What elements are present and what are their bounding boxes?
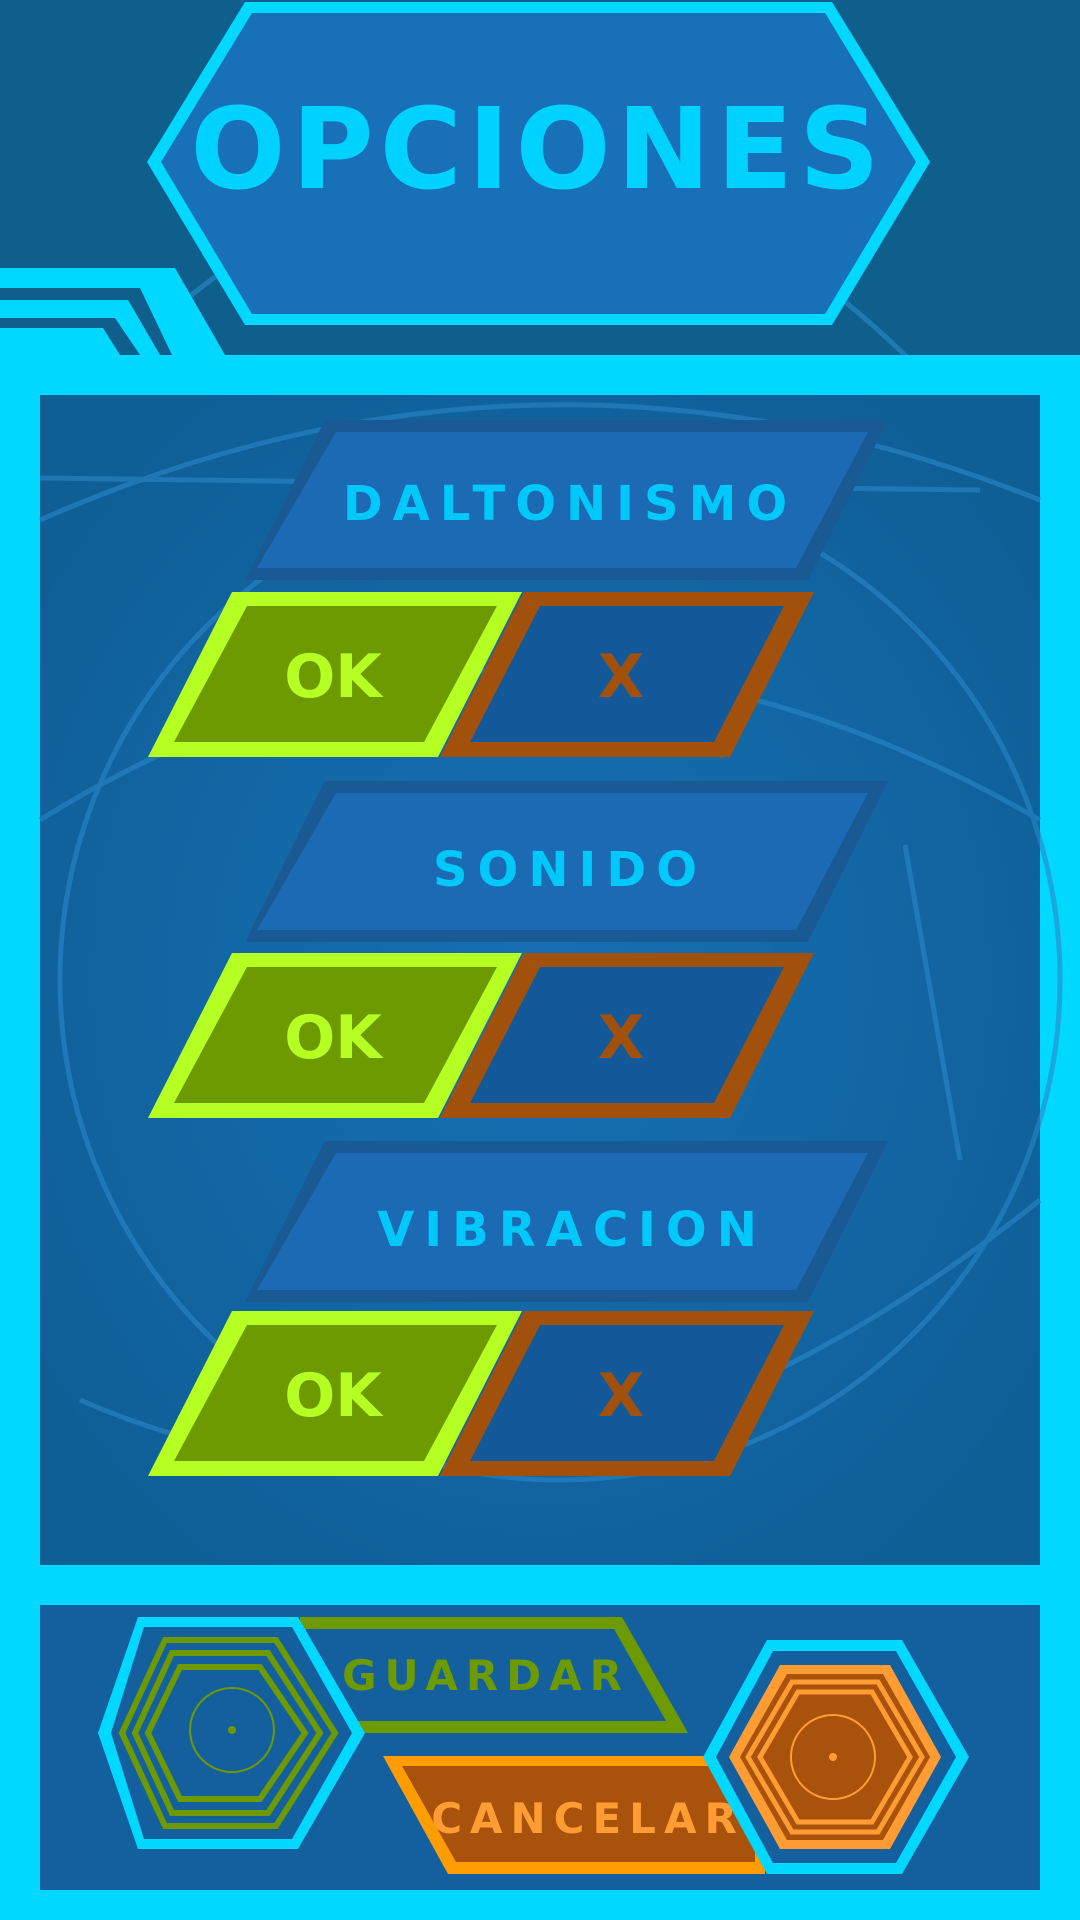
ok-button-label: OK [284, 1361, 384, 1431]
options-screen: OPCIONES DALTONISMO OK X SONIDO OK X VIB… [0, 0, 1080, 1920]
ok-button-label: OK [284, 642, 384, 712]
save-button[interactable]: GUARDAR [300, 1617, 688, 1733]
cancel-button[interactable]: CANCELAR [383, 1756, 765, 1874]
x-button-label: X [598, 1361, 644, 1431]
save-button-label: GUARDAR [342, 1651, 630, 1700]
option-label: VIBRACION [377, 1202, 767, 1258]
title-banner: OPCIONES [147, 2, 930, 325]
page-title: OPCIONES [190, 85, 885, 215]
ok-button-label: OK [284, 1003, 384, 1073]
option-label: SONIDO [433, 842, 707, 898]
option-label: DALTONISMO [343, 476, 797, 532]
x-button-label: X [598, 1003, 644, 1073]
x-button-label: X [598, 642, 644, 712]
cancel-button-label: CANCELAR [431, 1794, 745, 1843]
